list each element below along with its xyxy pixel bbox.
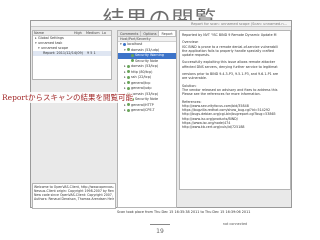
port-icon bbox=[127, 86, 130, 90]
host-tree-label: domain (53/tcp) bbox=[131, 64, 159, 68]
note-icon bbox=[131, 59, 134, 62]
port-icon bbox=[127, 108, 130, 112]
column-name[interactable]: Name bbox=[33, 31, 73, 35]
host-tree-label: Security Note bbox=[135, 97, 159, 101]
openvas-client-window: Report for scan: unnamed scope (Scan: un… bbox=[30, 20, 292, 226]
host-icon bbox=[123, 42, 126, 46]
tab-report[interactable]: Report bbox=[159, 31, 176, 36]
task-tree-pane: Name High Medium Lo ▸Global Settings ▾un… bbox=[32, 30, 112, 80]
connection-status: not connected bbox=[222, 222, 248, 226]
report-detail-text: Reported by NVT "ISC BIND 9 Remote Dynam… bbox=[182, 33, 288, 130]
tree-item-label: Report: 2011/12/14(09) bbox=[43, 51, 83, 55]
port-icon bbox=[127, 48, 130, 51]
host-tree-label: Security Note bbox=[135, 58, 159, 63]
column-high[interactable]: High bbox=[73, 31, 85, 35]
port-icon bbox=[127, 75, 130, 79]
port-icon bbox=[127, 81, 130, 84]
host-tree-item[interactable]: ▸ general/CPE-T bbox=[118, 108, 176, 114]
host-tree-label: general/udp bbox=[131, 86, 152, 90]
tree-item-label: unnamed scope bbox=[41, 46, 69, 50]
tab-options[interactable]: Options bbox=[141, 31, 160, 36]
tree-item-report[interactable]: Report: 2011/12/14(09) 9 5 1 bbox=[33, 51, 111, 56]
tab-comments[interactable]: Comments bbox=[118, 31, 142, 36]
window-titlebar: Report for scan: unnamed scope (Scan: un… bbox=[31, 21, 291, 27]
host-tree-label: domain (53/udp) bbox=[131, 47, 160, 52]
host-tree-label: ssh (22/tcp) bbox=[131, 75, 152, 79]
tree-item-label: unnamed task bbox=[38, 41, 63, 45]
port-icon bbox=[127, 103, 130, 106]
host-tree-label: general/tcp bbox=[131, 80, 151, 85]
column-medium[interactable]: Medium bbox=[85, 31, 101, 35]
scan-time-info: Scan took place from Thu Dec 15 16:35:38… bbox=[117, 210, 251, 214]
host-tree-label: domain (53/tcp) bbox=[131, 91, 159, 96]
window-title: Report for scan: unnamed scope (Scan: un… bbox=[191, 22, 288, 26]
slide-caption: Reportからスキャンの結果を閲覧可能 bbox=[2, 92, 134, 103]
report-counts: 9 5 1 bbox=[87, 51, 96, 55]
port-icon bbox=[127, 70, 130, 73]
footer-divider bbox=[150, 224, 170, 225]
host-tree-label: Security Warning bbox=[135, 53, 164, 57]
port-icon bbox=[127, 64, 130, 68]
warning-icon bbox=[131, 53, 134, 57]
host-tree-label: general/CPE-T bbox=[131, 108, 155, 112]
host-tree-label: http (80/tcp) bbox=[131, 69, 153, 74]
report-line: Reported by NVT "ISC BIND 9 Remote Dynam… bbox=[182, 33, 277, 37]
report-line: http://www.kb.cert.org/vuls/id/725188 bbox=[182, 125, 245, 130]
tree-item-label: Global Settings bbox=[38, 36, 64, 40]
column-low[interactable]: Lo bbox=[101, 31, 111, 35]
host-tree-label: localhost bbox=[127, 42, 143, 46]
report-detail-pane: Reported by NVT "ISC BIND 9 Remote Dynam… bbox=[179, 30, 291, 190]
log-line: Authors: Renaud Deraison, Thomas Arendse… bbox=[34, 197, 114, 201]
host-tree-pane: Comments Options Report Host/Port/Severi… bbox=[117, 30, 177, 208]
host-tree-label: general/HTTP bbox=[131, 102, 154, 107]
page-number: 19 bbox=[156, 228, 164, 235]
log-pane: Welcome to OpenVAS-Client, http://www.op… bbox=[32, 183, 116, 209]
report-line: affected DNS servers, denying further se… bbox=[182, 64, 278, 69]
